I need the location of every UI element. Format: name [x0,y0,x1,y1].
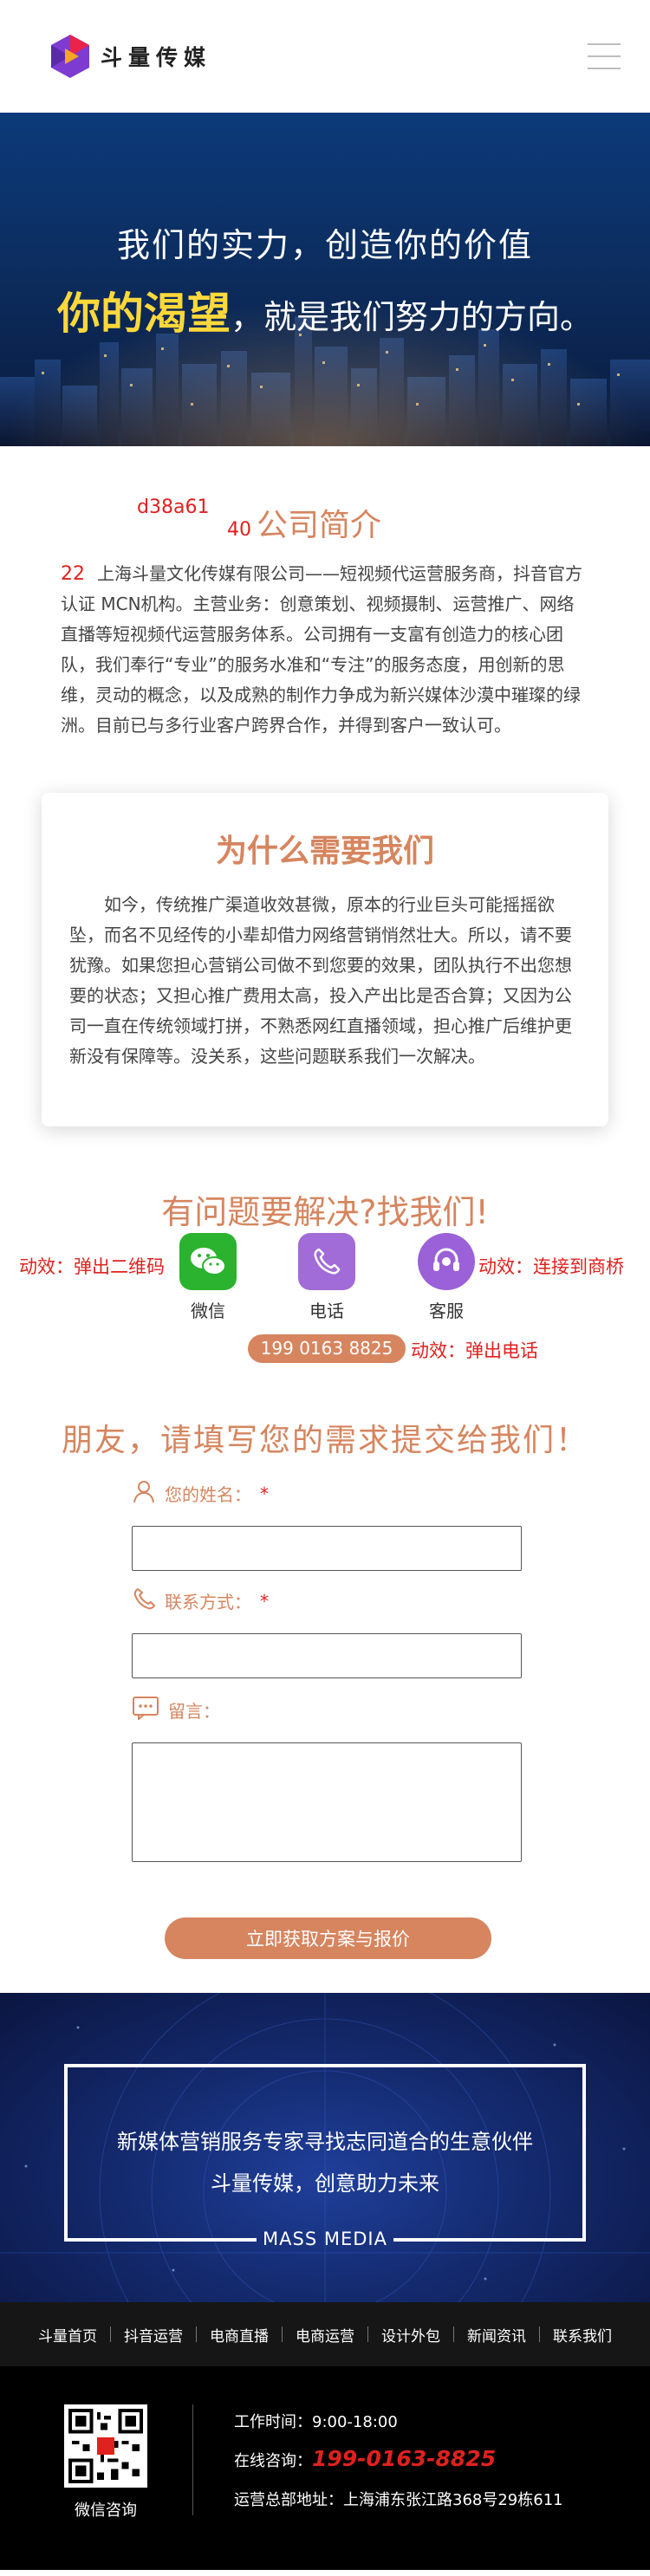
phone-icon [298,1233,355,1290]
annotation-wechat: 动效：弹出二维码 [19,1256,165,1277]
headset-icon [418,1233,475,1290]
banner-headline: 我们的实力，创造你的价值 [116,226,533,264]
name-field-label: 您的姓名： * [132,1479,269,1508]
footer-nav-douyin[interactable]: 抖音运营 [111,2324,196,2346]
phone-label: 电话 [309,1301,344,1321]
phone-outline-icon [132,1586,156,1615]
intro-title: 公司简介 [257,508,382,543]
wechat-button[interactable]: 微信 [173,1233,243,1322]
hotline-row: 在线咨询：199-0163-8825 [234,2446,496,2471]
name-input[interactable] [132,1526,522,1571]
intro-heading: 40 公司简介 [227,500,381,545]
wechat-icon [179,1233,237,1290]
phone-label-text: 联系方式： [165,1592,251,1612]
slogan-banner: 新媒体营销服务专家寻找志同道合的生意伙伴 斗量传媒，创意助力未来 MASS ME… [0,1993,650,2302]
user-icon [132,1479,156,1508]
phone-field-label: 联系方式： * [132,1586,269,1615]
name-label-text: 您的姓名： [165,1484,251,1505]
hotline-label: 在线咨询： [234,2452,312,2470]
intro-body: 22 上海斗量文化传媒有限公司——短视频代运营服务商，抖音官方认证 MCN机构。主… [61,559,589,741]
annotation-service: 动效：连接到商桥 [478,1256,624,1277]
hero-banner: 我们的实力，创造你的价值 你的渴望，就是我们努力的方向。 [0,113,650,446]
slogan-tag: MASS MEDIA [263,2229,387,2249]
qr-caption: 微信咨询 [75,2501,137,2520]
footer-nav-design[interactable]: 设计外包 [368,2324,453,2346]
why-us-body: 如今，传统推广渠道收效甚微，原本的行业巨头可能摇摇欲坠，而名不见经传的小辈却借力… [69,894,572,1067]
message-field-label: 留言： [132,1696,220,1724]
why-us-title: 为什么需要我们 [215,834,434,869]
service-label: 客服 [429,1301,464,1321]
contact-section: 有问题要解决?找我们! 动效：弹出二维码 动效：连接到商桥 动效：弹出电话 微信… [0,1126,650,1373]
footer-nav-contact[interactable]: 联系我们 [540,2324,625,2346]
company-intro-section: d38a61 40 公司简介 22 上海斗量文化传媒有限公司——短视频代运营服务商… [0,446,650,793]
phone-required-mark: * [260,1590,269,1612]
name-required-mark: * [260,1483,269,1504]
contact-title: 有问题要解决?找我们! [161,1193,489,1231]
footer-nav-ecommerce[interactable]: 电商运营 [283,2324,367,2346]
work-hours: 工作时间：9:00-18:00 [234,2413,398,2431]
intro-code-label: d38a61 [137,496,210,518]
banner-line2-text: ，就是我们努力的方向。 [230,298,593,336]
footer-nav: 斗量首页 抖音运营 电商直播 电商运营 设计外包 新闻资讯 联系我们 [0,2302,650,2366]
intro-heading-number: 40 [227,519,251,541]
hotline-number[interactable]: 199-0163-8825 [312,2446,496,2471]
message-textarea[interactable] [132,1742,522,1862]
brand-name: 斗量传媒 [101,45,212,70]
why-us-card: 为什么需要我们 如今，传统推广渠道收效甚微，原本的行业巨头可能摇摇欲坠，而名不见… [42,793,608,1126]
message-icon [132,1696,159,1724]
banner-subheadline: 你的渴望，就是我们努力的方向。 [0,279,650,341]
slogan-line-1: 新媒体营销服务专家寻找志同道合的生意伙伴 [117,2130,533,2154]
wechat-qr-code [64,2404,147,2488]
annotation-phone: 动效：弹出电话 [411,1340,538,1361]
customer-service-button[interactable]: 客服 [412,1233,481,1322]
footer-nav-home[interactable]: 斗量首页 [25,2324,110,2346]
wechat-label: 微信 [191,1301,225,1321]
hamburger-menu-icon[interactable] [588,43,621,69]
logo-icon [50,34,90,79]
intro-lead-number: 22 [61,563,85,585]
submit-button[interactable]: 立即获取方案与报价 [165,1917,491,1959]
footer-nav-news[interactable]: 新闻资讯 [454,2324,539,2346]
message-label-text: 留言： [168,1701,220,1722]
office-address: 运营总部地址：上海浦东张江路368号29栋611 [234,2491,563,2509]
footer-nav-live[interactable]: 电商直播 [197,2324,282,2346]
phone-number-pill[interactable]: 199 0163 8825 [248,1334,406,1363]
slogan-line-2: 斗量传媒，创意助力未来 [211,2171,439,2196]
footer-divider [192,2404,193,2515]
phone-input[interactable] [132,1633,522,1678]
form-title: 朋友，请填写您的需求提交给我们！ [61,1423,588,1458]
inquiry-form-section: 朋友，请填写您的需求提交给我们！ 您的姓名： * 联系方式： * 留言： 立即获取方… [0,1373,650,1993]
intro-body-text: 上海斗量文化传媒有限公司——短视频代运营服务商，抖音官方认证 MCN机构。主营业… [61,563,582,736]
phone-button[interactable]: 电话 [292,1233,361,1322]
footer-info: 微信咨询 工作时间：9:00-18:00 在线咨询：199-0163-8825 … [0,2366,650,2570]
site-header: 斗量传媒 [0,0,650,113]
brand[interactable]: 斗量传媒 [50,34,211,79]
banner-highlight: 你的渴望 [56,289,231,339]
